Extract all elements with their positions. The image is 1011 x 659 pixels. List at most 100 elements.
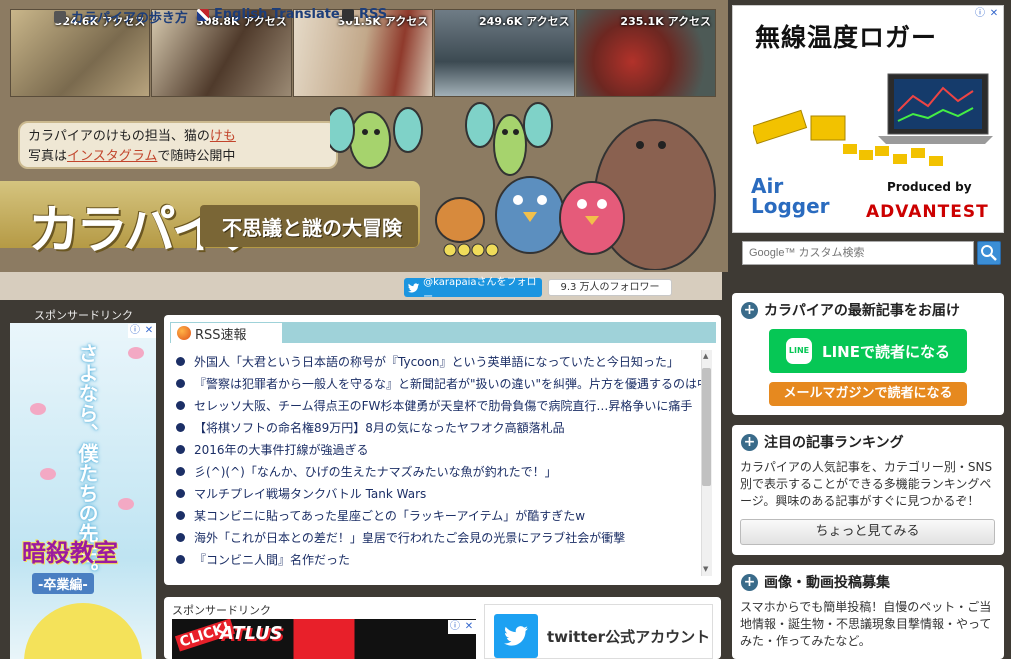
- submissions-title-text: 画像・動画投稿募集: [764, 575, 890, 591]
- subscribe-title-text: カラパイアの最新記事をお届け: [764, 303, 960, 319]
- advertisement-bottom[interactable]: CLICK! ATLUS ⓘ ✕: [172, 619, 476, 659]
- rss-item[interactable]: 『コンビニ人間』名作だった: [172, 548, 702, 570]
- twitter-account-label[interactable]: twitter公式アカウント: [547, 626, 710, 647]
- ad-close-icon[interactable]: ✕: [462, 620, 476, 634]
- rss-item-text: …: [194, 574, 206, 576]
- search-button[interactable]: [977, 241, 1001, 265]
- ad-character: [24, 603, 142, 659]
- ad-subtitle: -卒業編-: [32, 573, 94, 594]
- line-button-label: LINEで読者になる: [822, 342, 950, 361]
- rss-feed-icon: [177, 326, 191, 340]
- ranking-view-button[interactable]: ちょっと見てみる: [740, 519, 995, 545]
- nav-rss-link[interactable]: RSS: [342, 7, 387, 22]
- rss-item-text: 2016年の大事件打線が強過ぎる: [194, 442, 369, 457]
- rss-item[interactable]: 【将棋ソフトの命名権89万円】8月の気になったヤフオク高額落札品: [172, 416, 702, 438]
- bullet-icon: [176, 466, 185, 476]
- bullet-icon: [176, 532, 185, 542]
- rss-item[interactable]: 某コンビニに貼ってあった星座ごとの「ラッキーアイテム」が酷すぎたw: [172, 504, 702, 526]
- guide-icon: [54, 10, 66, 23]
- ad-info-icon[interactable]: ⓘ: [448, 620, 462, 634]
- rss-item-text: 『コンビニ人間』名作だった: [194, 552, 351, 567]
- ad-info-icon[interactable]: ⓘ: [128, 324, 142, 338]
- bullet-icon: [176, 488, 185, 498]
- plus-icon: +: [741, 301, 758, 319]
- bullet-icon: [176, 378, 185, 388]
- thumbnail-5[interactable]: 235.1K アクセス: [575, 9, 717, 97]
- ad-brand: ATLUS: [220, 623, 283, 644]
- bullet-icon: [176, 400, 185, 410]
- plus-icon: +: [741, 573, 758, 591]
- ad-produced-by: Produced by: [887, 180, 972, 194]
- ad-brand-right: ADVANTEST: [866, 202, 989, 222]
- ranking-description: カラパイアの人気記事を、カテゴリー別・SNS別で表示することができる多機能ランキ…: [740, 460, 993, 508]
- cat-line2-prefix: 写真は: [28, 149, 68, 164]
- nav-guide-label: カラパイアの歩き方: [71, 11, 188, 26]
- advertisement-top-right[interactable]: ⓘ ✕ 無線温度ロガー Air Logger Produced by ADVANT…: [732, 5, 1004, 233]
- rss-tab[interactable]: RSS速報: [170, 322, 283, 343]
- line-icon: LINE: [786, 338, 813, 364]
- site-tagline: 不思議と謎の大冒険: [222, 216, 402, 240]
- scroll-up-icon[interactable]: ▲: [703, 352, 708, 360]
- ad-close-icon[interactable]: ✕: [987, 7, 1001, 21]
- petal-decoration: [118, 498, 134, 510]
- rss-item[interactable]: 『警察は犯罪者から一般人を守るな』と新聞記者が"扱いの違い"を糾弾。片方を優遇す…: [172, 372, 702, 394]
- search-icon: [981, 245, 997, 261]
- plus-icon: +: [741, 433, 758, 451]
- cat-line2-suffix: で随時公開中: [157, 149, 236, 164]
- rss-scrollbar-thumb[interactable]: [702, 368, 711, 486]
- rss-item[interactable]: セレッソ大阪、チーム得点王のFW杉本健勇が天皇杯で肋骨負傷で病院直行…昇格争いに…: [172, 394, 702, 416]
- rss-item[interactable]: 外国人「大君という日本語の称号が『Tycoon』という英単語になっていたと今日知…: [172, 350, 702, 372]
- cat-name-link[interactable]: けも: [210, 129, 236, 144]
- ad-title: 暗殺教室: [22, 539, 118, 567]
- ranking-title: + 注目の記事ランキング: [741, 432, 904, 452]
- rss-item-text: セレッソ大阪、チーム得点王のFW杉本健勇が天皇杯で肋骨負傷で病院直行…昇格争いに…: [194, 398, 693, 413]
- bullet-icon: [176, 444, 185, 454]
- rss-item[interactable]: マルチプレイ戦場タンクバトル Tank Wars: [172, 482, 702, 504]
- rss-item-text: 海外「これが日本との差だ！」皇居で行われたご会見の光景にアラブ社会が衝撃: [194, 530, 626, 545]
- twitter-follower-count: 9.3 万人のフォロワー: [548, 279, 672, 296]
- rss-tab-label: RSS速報: [195, 327, 247, 343]
- rss-item-text: マルチプレイ戦場タンクバトル Tank Wars: [194, 486, 427, 501]
- sponsored-links-label: スポンサードリンク: [34, 309, 133, 322]
- submissions-title: + 画像・動画投稿募集: [741, 572, 890, 592]
- twitter-follow-button[interactable]: @karapaiaさんをフォロー: [404, 277, 542, 303]
- scroll-down-icon[interactable]: ▼: [703, 565, 708, 573]
- advertisement-left[interactable]: ⓘ ✕ さよなら、僕たちの先生。 暗殺教室 -卒業編-: [10, 323, 156, 659]
- twitter-logo-icon: [494, 614, 538, 658]
- bullet-icon: [176, 510, 185, 520]
- search-input[interactable]: [742, 241, 974, 265]
- rss-item-text: 彡(^)(^)「なんか、ひげの生えたナマズみたいな魚が釣れたで！」: [194, 464, 557, 479]
- ad-info-icon[interactable]: ⓘ: [973, 7, 987, 21]
- subscribe-title: + カラパイアの最新記事をお届け: [741, 300, 960, 320]
- ad-brand-left-line1: Air: [751, 174, 784, 198]
- rss-list: 外国人「大君という日本語の称号が『Tycoon』という英単語になっていたと今日知…: [172, 350, 702, 576]
- rss-item[interactable]: 彡(^)(^)「なんか、ひげの生えたナマズみたいな魚が釣れたで！」: [172, 460, 702, 482]
- rss-icon: [342, 8, 354, 21]
- nav-guide-link[interactable]: カラパイアの歩き方: [54, 7, 188, 26]
- rss-item-text: 外国人「大君という日本語の称号が『Tycoon』という英単語になっていたと今日知…: [194, 354, 679, 369]
- petal-decoration: [128, 347, 144, 359]
- ad-close-icon[interactable]: ✕: [142, 324, 156, 338]
- rss-item-text: 【将棋ソフトの命名権89万円】8月の気になったヤフオク高額落札品: [194, 420, 565, 435]
- submissions-description: スマホからでも簡単投稿！自慢のペット・ご当地情報・誕生物・不思議現象目撃情報・や…: [740, 600, 992, 648]
- instagram-link[interactable]: インスタグラム: [67, 149, 157, 164]
- rss-item[interactable]: 海外「これが日本との差だ！」皇居で行われたご会見の光景にアラブ社会が衝撃: [172, 526, 702, 548]
- cat-info-bubble: カラパイアのけもの担当、猫のけも 写真はインスタグラムで随時公開中: [18, 121, 338, 169]
- rss-item[interactable]: …: [172, 570, 702, 576]
- mail-subscribe-button[interactable]: メールマガジンで読者になる: [769, 382, 967, 406]
- cat-line1-text: カラパイアのけもの担当、猫の: [28, 129, 210, 144]
- bullet-icon: [176, 356, 185, 366]
- nav-translate-link[interactable]: English Translate: [197, 7, 340, 22]
- line-subscribe-button[interactable]: LINE LINEで読者になる: [769, 329, 967, 373]
- rss-item-text: 『警察は犯罪者から一般人を守るな』と新聞記者が"扱いの違い"を糾弾。片方を優遇す…: [194, 376, 702, 391]
- ad-brand-left-line2: Logger: [751, 194, 830, 218]
- sponsored-links-label: スポンサードリンク: [172, 604, 271, 617]
- thumbnail-3[interactable]: 301.5K アクセス: [292, 9, 434, 97]
- twitter-bird-icon: [408, 282, 420, 292]
- ad-headline: 無線温度ロガー: [755, 23, 938, 52]
- rss-item[interactable]: 2016年の大事件打線が強過ぎる: [172, 438, 702, 460]
- uk-flag-icon: [197, 8, 209, 21]
- view-count: 249.6K アクセス: [479, 15, 570, 28]
- thumbnail-4[interactable]: 249.6K アクセス: [434, 9, 575, 97]
- bullet-icon: [176, 554, 185, 564]
